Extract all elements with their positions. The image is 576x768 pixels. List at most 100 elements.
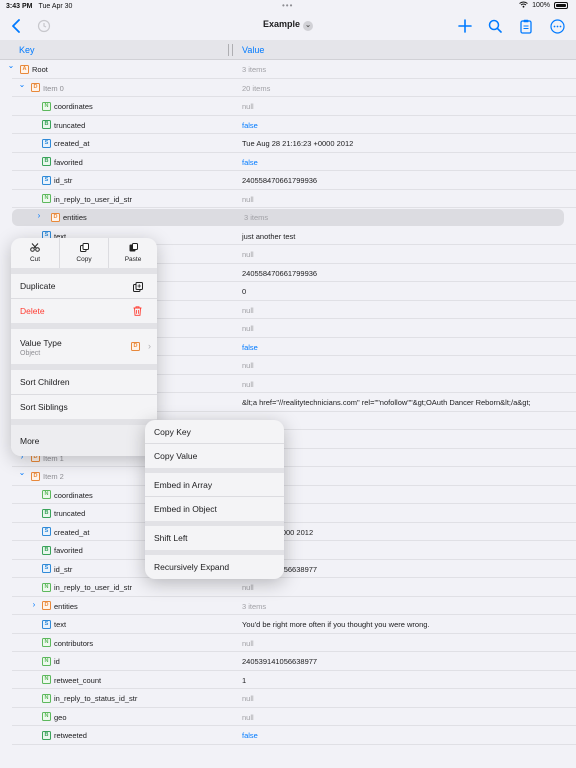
cut-button[interactable]: Cut (11, 238, 60, 268)
row-value[interactable]: null (242, 639, 254, 648)
type-badge-icon: N (42, 638, 51, 647)
row-value[interactable]: null (242, 380, 254, 389)
tree-row[interactable]: Screated_at19:59:34 +0000 2012 (0, 523, 576, 541)
type-badge-icon: B (42, 508, 51, 518)
row-value[interactable]: null (242, 250, 254, 259)
multitasking-dots[interactable]: ••• (282, 1, 293, 10)
sort-siblings-menu-item[interactable]: Sort Siblings (11, 395, 157, 420)
tree-row[interactable]: Bretweeted false (0, 726, 576, 745)
tree-row[interactable]: Ncoordinates (0, 486, 576, 504)
row-value[interactable]: null (242, 694, 254, 703)
type-badge-icon: N (42, 656, 51, 666)
row-value[interactable]: Tue Aug 28 21:16:23 +0000 2012 (242, 139, 353, 148)
row-key: in_reply_to_user_id_str (54, 583, 132, 592)
row-value[interactable]: 20 items (242, 84, 270, 93)
column-resize-handle[interactable] (228, 44, 233, 56)
chevron-down-icon[interactable]: ⌄ (7, 62, 15, 70)
row-key: favorited (54, 157, 83, 167)
tree-row[interactable]: Bfavorited false (0, 153, 576, 171)
shift-left-menu-item[interactable]: Shift Left (145, 526, 284, 550)
tree-row[interactable]: Sid_str 240558470661799936 (0, 171, 576, 190)
embed-in-array-label: Embed in Array (154, 479, 213, 490)
tree-row[interactable]: Ncoordinates null (0, 97, 576, 116)
tree-row[interactable]: Btruncated false (0, 116, 576, 134)
row-value[interactable]: 240558470661799936 (242, 269, 317, 278)
tree-row[interactable]: Sid_str240539141056638977 (0, 560, 576, 578)
row-key: id_str (54, 176, 73, 185)
search-icon[interactable] (485, 16, 505, 36)
delete-menu-item[interactable]: Delete (11, 299, 157, 324)
row-key: text (54, 620, 67, 629)
value-type-menu-item[interactable]: Value Type Object D › (11, 329, 157, 364)
duplicate-icon (132, 281, 143, 292)
shift-left-label: Shift Left (154, 533, 188, 543)
copy-button[interactable]: Copy (60, 238, 109, 268)
row-value[interactable]: You'd be right more often if you thought… (242, 620, 430, 629)
row-value[interactable]: 3 items (242, 65, 266, 74)
column-header: Key Value (0, 40, 576, 60)
add-icon[interactable] (455, 16, 475, 36)
row-value[interactable]: 1 (242, 676, 246, 685)
tree-row[interactable]: Stext You'd be right more often if you th… (0, 615, 576, 634)
row-value[interactable]: 0 (242, 287, 246, 296)
chevron-down-icon[interactable]: ⌄ (18, 469, 26, 477)
tree-row[interactable]: Btruncated (0, 504, 576, 523)
embed-in-array-menu-item[interactable]: Embed in Array (145, 473, 284, 497)
row-value[interactable]: false (242, 731, 258, 740)
copy-key-menu-item[interactable]: Copy Key (145, 420, 284, 444)
copy-key-label: Copy Key (154, 426, 191, 437)
chevron-down-icon[interactable]: ⌄ (18, 80, 26, 89)
row-key: Item 0 (43, 83, 64, 93)
row-value[interactable]: 240558470661799936 (242, 176, 317, 185)
embed-in-object-menu-item[interactable]: Embed in Object (145, 497, 284, 521)
tree-row[interactable]: Screated_at Tue Aug 28 21:16:23 +0000 201… (0, 134, 576, 153)
copy-value-menu-item[interactable]: Copy Value (145, 444, 284, 468)
tree-row[interactable]: Ncontributors null (0, 634, 576, 652)
row-value[interactable]: null (242, 102, 254, 111)
row-value[interactable]: false (242, 158, 258, 167)
status-bar: 3:43 PM Tue Apr 30 ••• 100% (0, 0, 576, 12)
clipboard-icon[interactable] (516, 16, 536, 36)
tree-row[interactable]: ⌄ D Item 2 (0, 467, 576, 486)
tree-row[interactable]: Bfavorited (0, 541, 576, 560)
recursively-expand-menu-item[interactable]: Recursively Expand (145, 555, 284, 579)
row-selection-highlight (12, 208, 564, 226)
row-value[interactable]: 3 items (244, 213, 268, 222)
chevron-right-icon[interactable]: › (35, 212, 43, 220)
tree-row[interactable]: › Dentities 3 items (0, 208, 576, 227)
tree-row[interactable]: Nretweet_count 1 (0, 671, 576, 689)
tree-row[interactable]: › Dentities 3 items (0, 597, 576, 615)
paste-button[interactable]: Paste (109, 238, 157, 268)
row-value[interactable]: 240539141056638977 (242, 657, 317, 666)
chevron-right-icon[interactable]: › (30, 600, 38, 609)
more-label: More (20, 435, 40, 446)
row-value[interactable]: null (242, 195, 254, 204)
row-value[interactable]: null (242, 361, 254, 370)
tree-row[interactable]: Nid 240539141056638977 (0, 652, 576, 671)
sort-children-menu-item[interactable]: Sort Children (11, 370, 157, 395)
duplicate-menu-item[interactable]: Duplicate (11, 274, 157, 299)
title-chevron-icon[interactable]: ⌄ (303, 21, 314, 31)
row-value[interactable]: false (242, 121, 258, 130)
key-column-header[interactable]: Key (19, 45, 35, 55)
row-key: in_reply_to_user_id_str (54, 194, 132, 204)
row-value[interactable]: null (242, 306, 254, 315)
more-menu-item[interactable]: More (11, 425, 157, 456)
row-value[interactable]: just another test (242, 232, 295, 241)
tree-row[interactable]: Ngeo null (0, 708, 576, 726)
tree-row[interactable]: Nin_reply_to_user_id_str null (0, 190, 576, 208)
row-value[interactable]: false (242, 343, 258, 352)
battery-icon (554, 2, 568, 9)
row-value[interactable]: null (242, 713, 254, 722)
tree-row[interactable]: ⌄ A Root 3 items (0, 60, 576, 79)
tree-row[interactable]: Nin_reply_to_status_id_str null (0, 689, 576, 708)
row-value[interactable]: null (242, 583, 254, 592)
value-column-header[interactable]: Value (242, 45, 264, 55)
row-value[interactable]: &lt;a href="//realitytechnicians.com" re… (242, 398, 531, 407)
status-date: Tue Apr 30 (38, 2, 73, 10)
tree-row[interactable]: Nin_reply_to_user_id_str null (0, 578, 576, 597)
row-value[interactable]: 3 items (242, 602, 266, 611)
tree-row[interactable]: ⌄ D Item 0 20 items (0, 79, 576, 97)
more-options-icon[interactable] (547, 16, 567, 36)
row-value[interactable]: null (242, 324, 254, 333)
